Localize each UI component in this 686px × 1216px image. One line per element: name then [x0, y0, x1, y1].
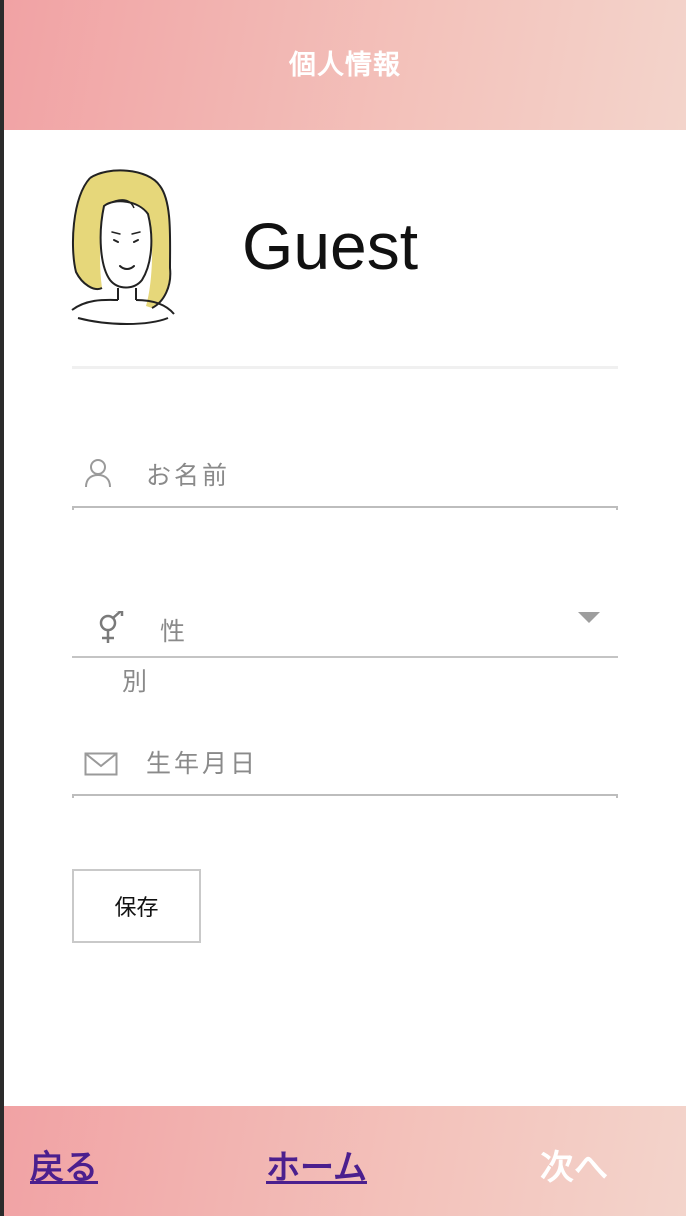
profile-section: Guest: [68, 168, 618, 328]
page-title: 個人情報: [289, 50, 401, 81]
footer-nav: 戻る ホーム 次へ: [4, 1106, 686, 1216]
caret-down-icon[interactable]: [578, 612, 600, 623]
app-screen: 個人情報 Guest お名前 性 別 生年月日 保存 戻る ホーム 次へ: [4, 0, 686, 1216]
envelope-icon: [84, 752, 118, 776]
home-link[interactable]: ホーム: [266, 1140, 367, 1189]
gender-icon: [99, 611, 124, 643]
name-field[interactable]: お名前: [72, 440, 618, 510]
gender-placeholder-wrap: 別: [122, 667, 148, 696]
field-tick: [72, 506, 74, 510]
next-link[interactable]: 次へ: [540, 1140, 608, 1189]
birthdate-field[interactable]: 生年月日: [72, 732, 618, 798]
username: Guest: [242, 209, 419, 283]
gender-select[interactable]: 性: [72, 596, 618, 658]
field-tick: [72, 794, 74, 798]
header-bar: 個人情報: [4, 0, 686, 130]
name-placeholder: お名前: [146, 461, 231, 490]
avatar: [71, 169, 175, 325]
profile-divider: [72, 366, 618, 369]
save-button[interactable]: 保存: [72, 869, 201, 943]
birthdate-placeholder: 生年月日: [146, 749, 259, 778]
person-icon: [85, 459, 111, 488]
field-tick: [616, 794, 618, 798]
back-link[interactable]: 戻る: [30, 1140, 98, 1189]
field-tick: [616, 506, 618, 510]
gender-placeholder: 性: [160, 617, 189, 646]
